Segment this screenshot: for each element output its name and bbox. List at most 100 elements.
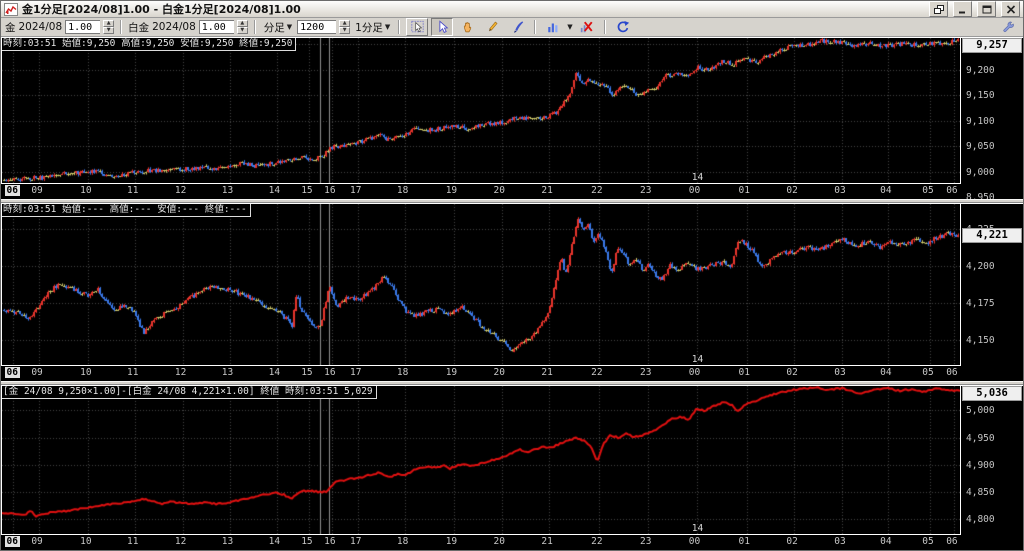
time-axis-label: 13 [222, 536, 233, 547]
platinum-candlestick-plot[interactable]: 時刻:03:51 始値:--- 高値:--- 安値:--- 終値:--- 14 [1, 203, 961, 366]
time-axis-label: 18 [397, 185, 408, 196]
time-axis-label: 09 [31, 536, 42, 547]
time-axis-label: 23 [640, 367, 651, 378]
toolbar-separator [398, 20, 400, 34]
platinum-price-axis[interactable]: 4,2254,2004,1754,1504,221 [961, 203, 1023, 381]
platinum-month-label: 2024/08 [152, 21, 196, 33]
chart-style-button[interactable] [542, 18, 564, 36]
spread-info-line: [金 24/08 9,250×1.00]-[白金 24/08 4,221×1.0… [2, 386, 377, 399]
time-axis-label: 14 [269, 367, 280, 378]
maximize-icon [982, 5, 992, 14]
time-axis-label: 19 [446, 536, 457, 547]
time-axis-label: 22 [591, 367, 602, 378]
brush-tool-button[interactable] [506, 18, 528, 36]
time-axis-label: 01 [739, 185, 750, 196]
y-axis-tick-label: 4,850 [966, 487, 995, 498]
spread-line-canvas[interactable] [2, 386, 960, 534]
time-axis-label: 20 [494, 536, 505, 547]
time-axis-label: 21 [541, 367, 552, 378]
gold-label: 金 [5, 20, 16, 35]
time-axis-label: 16 [324, 536, 335, 547]
title-bar[interactable]: 金1分足[2024/08]1.00 - 白金1分足[2024/08]1.00 [1, 1, 1023, 18]
platinum-multiplier-stepper[interactable]: ▲▼ [237, 20, 248, 34]
gold-multiplier-stepper[interactable]: ▲▼ [103, 20, 114, 34]
y-axis-tick-label: 4,900 [966, 460, 995, 471]
time-axis-label: 15 [301, 367, 312, 378]
minimize-button[interactable] [953, 1, 972, 17]
chevron-down-icon[interactable]: ▼ [567, 23, 572, 31]
cursor-info-icon [410, 20, 425, 34]
y-axis-tick-label: 5,000 [966, 405, 995, 416]
time-axis-label: 20 [494, 367, 505, 378]
toolbar: 金 2024/08 ▲▼ 白金 2024/08 ▲▼ 分足▼ ▲▼ 1分足▼ [1, 18, 1023, 37]
y-axis-tick-label: 9,150 [966, 90, 995, 101]
time-axis-label: 12 [175, 536, 186, 547]
time-axis-label: 06 [5, 536, 20, 547]
settings-button[interactable] [997, 18, 1019, 36]
window-title: 金1分足[2024/08]1.00 - 白金1分足[2024/08]1.00 [22, 1, 924, 17]
gold-info-line: 時刻:03:51 始値:9,250 高値:9,250 安値:9,250 終値:9… [2, 38, 296, 51]
time-axis-label: 17 [350, 185, 361, 196]
time-axis-label: 00 [689, 185, 700, 196]
platinum-candlestick-canvas[interactable] [2, 204, 960, 365]
select-tool-button[interactable] [431, 18, 453, 36]
interval-dropdown[interactable]: 1分足▼ [353, 20, 392, 35]
refresh-icon [615, 20, 630, 34]
delete-drawing-button[interactable] [576, 18, 598, 36]
time-axis-label: 02 [786, 536, 797, 547]
toolbar-separator [120, 20, 122, 34]
window-chart-icon [4, 3, 18, 16]
time-axis-label: 21 [541, 185, 552, 196]
pencil-tool-button[interactable] [481, 18, 503, 36]
bar-count-stepper[interactable]: ▲▼ [339, 20, 350, 34]
time-axis-label: 19 [446, 185, 457, 196]
time-axis-label: 18 [397, 536, 408, 547]
gold-time-axis[interactable]: 0609101112131415161718192021222300010203… [1, 184, 961, 199]
gold-price-axis[interactable]: 9,2009,1509,1009,0509,0008,9509,257 [961, 37, 1023, 199]
maximize-button[interactable] [977, 1, 996, 17]
gold-multiplier-input[interactable] [65, 20, 100, 34]
spread-line-plot[interactable]: [金 24/08 9,250×1.00]-[白金 24/08 4,221×1.0… [1, 385, 961, 535]
time-axis-label: 18 [397, 367, 408, 378]
time-axis-label: 02 [786, 185, 797, 196]
time-axis-label: 20 [494, 185, 505, 196]
gold-candlestick-plot[interactable]: 時刻:03:51 始値:9,250 高値:9,250 安値:9,250 終値:9… [1, 37, 961, 184]
time-axis-label: 22 [591, 185, 602, 196]
chart-window: 金1分足[2024/08]1.00 - 白金1分足[2024/08]1.00 [0, 0, 1024, 551]
time-axis-label: 06 [946, 536, 957, 547]
time-axis-label: 06 [946, 185, 957, 196]
time-axis-label: 09 [31, 185, 42, 196]
gold-candlestick-canvas[interactable] [2, 38, 960, 183]
time-axis-label: 19 [446, 367, 457, 378]
cascade-icon [934, 5, 944, 14]
platinum-time-axis[interactable]: 0609101112131415161718192021222300010203… [1, 366, 961, 381]
y-axis-tick-label: 4,150 [966, 335, 995, 346]
spread-time-axis[interactable]: 0609101112131415161718192021222300010203… [1, 535, 961, 550]
time-axis-label: 17 [350, 367, 361, 378]
spread-chart-panel: [金 24/08 9,250×1.00]-[白金 24/08 4,221×1.0… [1, 385, 1023, 550]
date-marker: 14 [692, 172, 703, 183]
refresh-button[interactable] [612, 18, 634, 36]
cursor-tool-button[interactable] [406, 18, 428, 36]
time-axis-label: 06 [946, 367, 957, 378]
minimize-icon [958, 5, 968, 14]
chevron-down-icon: ▼ [287, 23, 292, 31]
time-axis-label: 10 [80, 185, 91, 196]
bar-type-dropdown[interactable]: 分足▼ [262, 20, 294, 35]
y-axis-tick-label: 9,100 [966, 116, 995, 127]
current-price-box: 5,036 [962, 386, 1022, 401]
pan-tool-button[interactable] [456, 18, 478, 36]
hand-icon [460, 20, 475, 34]
cascade-window-button[interactable] [929, 1, 948, 17]
bar-count-input[interactable] [297, 20, 336, 34]
date-marker: 14 [692, 354, 703, 365]
platinum-multiplier-input[interactable] [199, 20, 234, 34]
toolbar-separator [254, 20, 256, 34]
close-button[interactable] [1001, 1, 1020, 17]
time-axis-label: 05 [922, 536, 933, 547]
time-axis-label: 04 [880, 367, 891, 378]
spread-price-axis[interactable]: 5,0004,9504,9004,8504,8005,036 [961, 385, 1023, 550]
time-axis-label: 03 [834, 367, 845, 378]
y-axis-tick-label: 9,000 [966, 167, 995, 178]
time-axis-label: 11 [127, 367, 138, 378]
